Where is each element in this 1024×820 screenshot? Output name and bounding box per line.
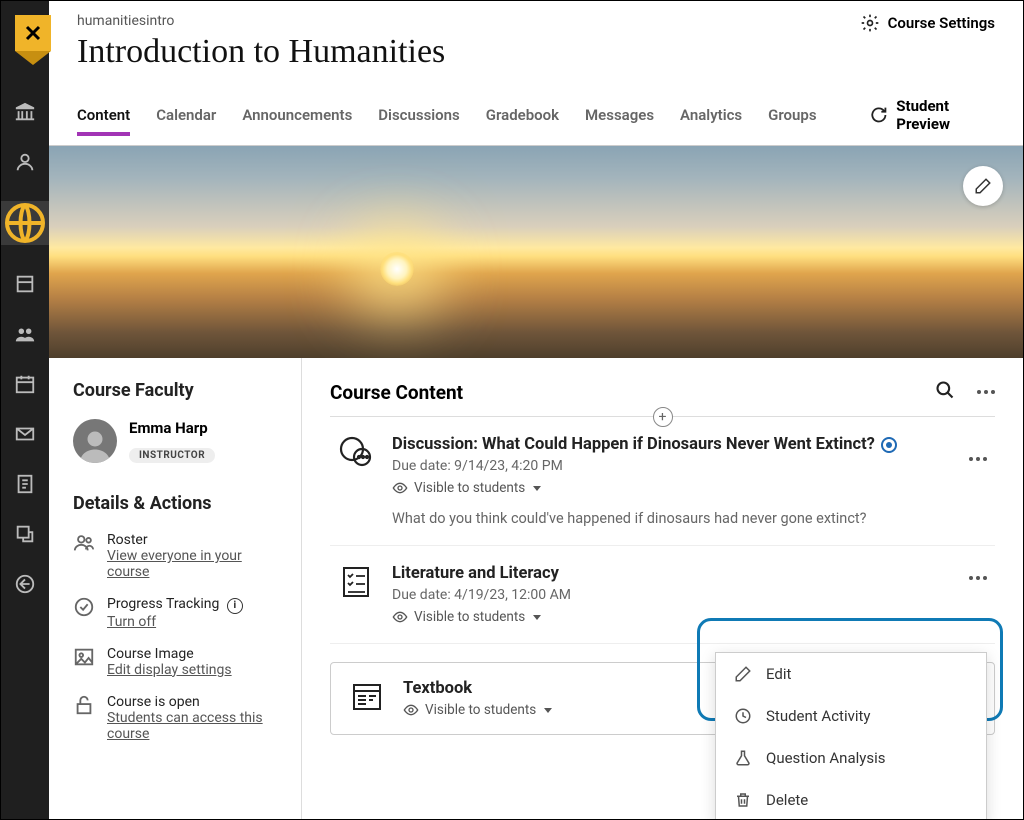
tab-calendar[interactable]: Calendar [156,106,216,136]
tab-discussions[interactable]: Discussions [378,106,459,136]
nav-calendar-icon[interactable] [14,373,36,395]
visibility-toggle[interactable]: Visible to students [392,480,987,496]
course-banner [49,146,1023,358]
item-more-button[interactable] [969,457,987,461]
chevron-down-icon [544,708,552,713]
item-context-menu: Edit Student Activity Question Analysis … [715,652,987,819]
breadcrumb: humanitiesintro [77,13,445,29]
nav-tools-icon[interactable] [14,523,36,545]
menu-student-activity[interactable]: Student Activity [716,695,986,737]
item-more-button[interactable] [969,576,987,580]
tab-groups[interactable]: Groups [768,106,816,136]
nav-institution-icon[interactable] [14,101,36,123]
chevron-down-icon [533,615,541,620]
menu-student-activity-label: Student Activity [766,707,871,725]
course-sidebar: Course Faculty Emma Harp INSTRUCTOR Deta… [49,358,302,819]
sidebar-item-progress: Progress Tracking i Turn off [73,596,277,630]
edit-banner-button[interactable] [963,166,1003,206]
search-icon [935,380,955,400]
tab-messages[interactable]: Messages [585,106,654,136]
close-course-button[interactable] [15,15,51,51]
search-button[interactable] [935,380,955,404]
unlock-icon [73,694,95,716]
pencil-icon [734,665,752,683]
refresh-icon [869,104,889,126]
tab-analytics[interactable]: Analytics [680,106,742,136]
clock-icon [734,707,752,725]
menu-question-analysis-label: Question Analysis [766,749,886,767]
student-preview-label: Student Preview [896,97,995,133]
nav-profile-icon[interactable] [14,151,36,173]
content-heading: Course Content [330,381,935,404]
document-icon [349,679,385,715]
discussion-icon [338,435,374,471]
item-due-date: Due date: 9/14/23, 4:20 PM [392,458,987,474]
content-item-discussion[interactable]: Discussion: What Could Happen if Dinosau… [330,417,995,546]
student-preview-button[interactable]: Student Preview [869,97,995,145]
nav-groups-icon[interactable] [14,323,36,345]
image-icon [73,646,95,668]
item-title: Literature and Literacy [392,564,987,583]
pencil-icon [974,177,992,195]
course-image-link[interactable]: Edit display settings [107,662,232,678]
tab-announcements[interactable]: Announcements [242,106,352,136]
course-image-label: Course Image [107,646,232,662]
nav-grades-icon[interactable] [14,473,36,495]
tab-content[interactable]: Content [77,106,130,136]
menu-edit[interactable]: Edit [716,653,986,695]
menu-delete[interactable]: Delete [716,779,986,819]
faculty-heading: Course Faculty [73,380,277,401]
visibility-toggle[interactable]: Visible to students [392,609,987,625]
sidebar-item-course-image: Course Image Edit display settings [73,646,277,678]
nav-signout-icon[interactable] [14,573,36,595]
eye-icon [392,609,408,625]
course-settings-button[interactable]: Course Settings [860,13,995,33]
item-due-date: Due date: 4/19/23, 12:00 AM [392,587,987,603]
menu-question-analysis[interactable]: Question Analysis [716,737,986,779]
item-description: What do you think could've happened if d… [392,510,987,527]
content-more-button[interactable] [977,390,995,394]
menu-edit-label: Edit [766,665,791,683]
banner-sun [380,252,414,286]
tab-gradebook[interactable]: Gradebook [486,106,559,136]
goal-alignment-icon[interactable] [881,437,897,453]
page-title: Introduction to Humanities [77,33,445,71]
progress-label: Progress Tracking i [107,596,243,614]
progress-link[interactable]: Turn off [107,614,243,630]
nav-organizations-icon[interactable] [14,273,36,295]
menu-delete-label: Delete [766,791,808,809]
item-title: Discussion: What Could Happen if Dinosau… [392,435,987,454]
test-icon [338,564,374,600]
check-circle-icon [73,596,95,618]
nav-courses-icon[interactable] [1,201,49,245]
info-icon[interactable]: i [227,598,243,614]
faculty-name: Emma Harp [129,419,215,437]
eye-icon [392,480,408,496]
trash-icon [734,791,752,809]
global-nav-rail [1,1,49,819]
person-icon [77,427,113,463]
course-open-link[interactable]: Students can access this course [107,710,277,742]
people-icon [73,532,95,554]
gear-icon [860,13,880,33]
nav-messages-icon[interactable] [14,423,36,445]
roster-label: Roster [107,532,277,548]
flask-icon [734,749,752,767]
details-heading: Details & Actions [73,493,277,514]
eye-icon [403,702,419,718]
sidebar-item-course-open: Course is open Students can access this … [73,694,277,742]
avatar[interactable] [73,419,117,463]
sidebar-item-roster: Roster View everyone in your course [73,532,277,580]
content-item-assessment[interactable]: Literature and Literacy Due date: 4/19/2… [330,546,995,644]
roster-link[interactable]: View everyone in your course [107,548,277,580]
close-icon [25,25,41,41]
course-open-label: Course is open [107,694,277,710]
course-tabs: Content Calendar Announcements Discussio… [49,77,1023,146]
course-content-panel: Course Content + Discussion: What Could … [302,358,1023,819]
course-settings-label: Course Settings [888,14,995,32]
faculty-role-badge: INSTRUCTOR [129,448,215,463]
chevron-down-icon [533,486,541,491]
